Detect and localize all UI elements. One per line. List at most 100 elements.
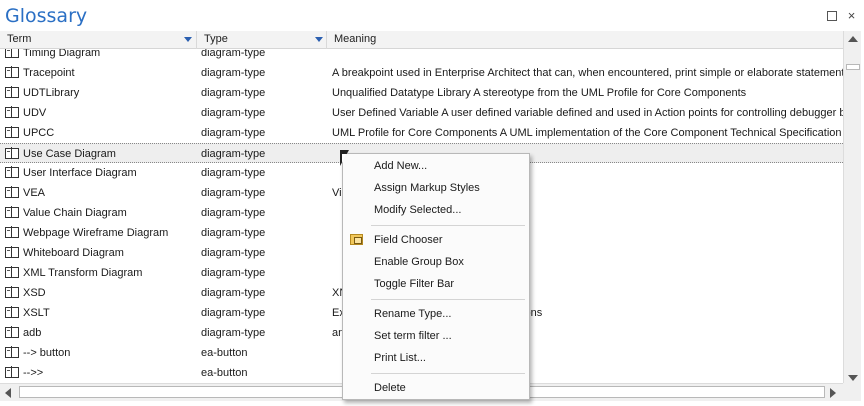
type-cell: diagram-type: [201, 167, 266, 179]
type-cell: diagram-type: [201, 247, 266, 259]
menu-item-label: Set term filter ...: [374, 330, 452, 342]
term-cell: UPCC: [5, 123, 197, 143]
menu-item-print-list[interactable]: Print List...: [344, 348, 529, 368]
table-row[interactable]: UDV diagram-type User Defined Variable A u…: [0, 103, 843, 123]
menu-item-label: Toggle Filter Bar: [374, 278, 455, 290]
column-header-term-label: Term: [7, 33, 32, 45]
menu-item-add-new[interactable]: Add New...: [344, 156, 529, 176]
glossary-book-icon: [5, 126, 20, 138]
menu-item-modify-selected[interactable]: Modify Selected...: [344, 200, 529, 220]
menu-separator: [371, 373, 525, 374]
scroll-down-icon[interactable]: [848, 375, 858, 381]
term-cell: -->>: [5, 363, 197, 383]
meaning-cell: A breakpoint used in Enterprise Architec…: [332, 67, 843, 79]
glossary-book-icon: [5, 226, 20, 238]
type-cell: diagram-type: [201, 207, 266, 219]
term-label: Use Case Diagram: [23, 148, 116, 160]
menu-separator: [371, 225, 525, 226]
glossary-book-icon: [5, 306, 20, 318]
column-header-type-label: Type: [204, 33, 228, 45]
term-label: Value Chain Diagram: [23, 207, 127, 219]
scroll-up-icon[interactable]: [848, 36, 858, 42]
field-chooser-icon: [350, 234, 363, 245]
glossary-book-icon: [5, 106, 20, 118]
chevron-down-icon[interactable]: [315, 37, 323, 42]
menu-item-label: Enable Group Box: [374, 256, 464, 268]
menu-item-label: Delete: [374, 382, 406, 394]
type-cell: diagram-type: [201, 267, 266, 279]
table-row[interactable]: Timing Diagram diagram-type: [0, 49, 843, 63]
term-label: VEA: [23, 187, 46, 199]
close-icon[interactable]: ×: [845, 9, 858, 22]
meaning-cell: UML Profile for Core Components A UML im…: [332, 127, 842, 139]
type-cell: diagram-type: [201, 107, 266, 119]
term-label: XSD: [23, 287, 46, 299]
glossary-book-icon: [5, 166, 20, 178]
menu-item-label: Modify Selected...: [374, 204, 462, 216]
table-row[interactable]: UDTLibrary diagram-type Unqualified Dataty…: [0, 83, 843, 103]
type-cell: diagram-type: [201, 148, 266, 160]
column-header-meaning[interactable]: Meaning: [327, 31, 843, 49]
term-cell: Whiteboard Diagram: [5, 243, 197, 263]
term-cell: Timing Diagram: [5, 49, 197, 63]
term-label: Timing Diagram: [23, 49, 101, 59]
term-cell: VEA: [5, 183, 197, 203]
glossary-book-icon: [5, 246, 20, 258]
term-cell: XML Transform Diagram: [5, 263, 197, 283]
window-title: Glossary: [5, 5, 88, 27]
scrollbar-corner: [843, 383, 861, 401]
menu-item-label: Print List...: [374, 352, 426, 364]
term-cell: UDTLibrary: [5, 83, 197, 103]
term-cell: adb: [5, 323, 197, 343]
glossary-book-icon: [5, 147, 20, 159]
term-cell: User Interface Diagram: [5, 163, 197, 183]
menu-item-field-chooser[interactable]: Field Chooser: [344, 230, 529, 250]
glossary-book-icon: [5, 86, 20, 98]
glossary-book-icon: [5, 366, 20, 378]
term-cell: --> button: [5, 343, 197, 363]
menu-item-rename-type[interactable]: Rename Type...: [344, 304, 529, 324]
column-header-term[interactable]: Term: [0, 31, 197, 49]
type-cell: diagram-type: [201, 67, 266, 79]
vertical-scroll-thumb[interactable]: [846, 64, 860, 70]
term-label: XSLT: [23, 307, 50, 319]
chevron-down-icon[interactable]: [184, 37, 192, 42]
term-label: UDV: [23, 107, 47, 119]
term-cell: Tracepoint: [5, 63, 197, 83]
type-cell: diagram-type: [201, 307, 266, 319]
glossary-book-icon: [5, 266, 20, 278]
restore-icon[interactable]: [825, 9, 838, 22]
title-bar: Glossary ×: [0, 0, 864, 31]
term-label: Whiteboard Diagram: [23, 247, 124, 259]
glossary-book-icon: [5, 66, 20, 78]
term-cell: Value Chain Diagram: [5, 203, 197, 223]
type-cell: diagram-type: [201, 227, 266, 239]
term-label: User Interface Diagram: [23, 167, 137, 179]
menu-item-set-term-filter[interactable]: Set term filter ...: [344, 326, 529, 346]
table-row[interactable]: UPCC diagram-type UML Profile for Core Com…: [0, 123, 843, 143]
column-header-type[interactable]: Type: [197, 31, 327, 49]
table-row[interactable]: Tracepoint diagram-type A breakpoint used …: [0, 63, 843, 83]
vertical-scrollbar[interactable]: [843, 31, 861, 383]
mouse-cursor-fill: [342, 154, 347, 163]
menu-item-toggle-filter-bar[interactable]: Toggle Filter Bar: [344, 274, 529, 294]
menu-item-delete[interactable]: Delete: [344, 378, 529, 398]
term-label: --> button: [23, 347, 71, 359]
term-label: adb: [23, 327, 42, 339]
menu-item-assign-markup-styles[interactable]: Assign Markup Styles: [344, 178, 529, 198]
column-header-meaning-label: Meaning: [334, 33, 377, 45]
menu-item-enable-group-box[interactable]: Enable Group Box: [344, 252, 529, 272]
glossary-book-icon: [5, 286, 20, 298]
glossary-book-icon: [5, 206, 20, 218]
context-menu: Add New... Assign Markup Styles Modify Sel…: [342, 153, 530, 400]
type-cell: diagram-type: [201, 287, 266, 299]
term-cell: XSD: [5, 283, 197, 303]
menu-item-label: Add New...: [374, 160, 428, 172]
term-label: Tracepoint: [23, 67, 75, 79]
type-cell: ea-button: [201, 347, 248, 359]
glossary-book-icon: [5, 186, 20, 198]
column-header: Term Type Meaning: [0, 31, 843, 49]
scroll-right-icon[interactable]: [830, 388, 836, 398]
meaning-cell: Unqualified Datatype Library A stereotyp…: [332, 87, 747, 99]
scroll-left-icon[interactable]: [5, 388, 11, 398]
